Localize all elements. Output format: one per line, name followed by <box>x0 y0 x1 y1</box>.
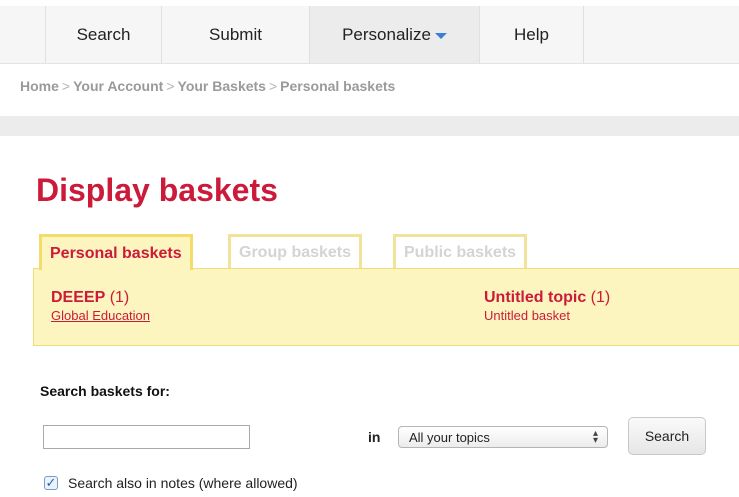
search-heading: Search baskets for: <box>40 383 170 399</box>
up-down-arrows-icon: ▴ ▾ <box>592 428 598 446</box>
chevron-down-icon <box>434 32 447 39</box>
search-notes-label: Search also in notes (where allowed) <box>68 475 298 491</box>
nav-personalize[interactable]: Personalize <box>309 6 479 63</box>
nav-help-label: Help <box>514 24 549 44</box>
page-title: Display baskets <box>36 172 278 208</box>
tab-public-baskets[interactable]: Public baskets <box>393 234 528 268</box>
nav-help[interactable]: Help <box>479 6 584 63</box>
topic-name[interactable]: Untitled topic <box>484 289 586 306</box>
in-label: in <box>368 429 381 445</box>
basket-link[interactable]: Global Education <box>51 308 150 323</box>
main-nav: Search Submit Personalize Help <box>0 6 739 64</box>
topic-scope-select[interactable]: All your topics ▴ ▾ <box>398 426 608 448</box>
breadcrumb-personal-baskets: Personal baskets <box>280 78 396 94</box>
nav-search[interactable]: Search <box>45 6 161 63</box>
basket-link[interactable]: Untitled basket <box>484 308 610 323</box>
nav-search-label: Search <box>76 24 131 44</box>
tab-group-baskets[interactable]: Group baskets <box>228 234 363 268</box>
nav-submit[interactable]: Submit <box>161 6 309 63</box>
divider-band <box>0 116 739 136</box>
nav-submit-label: Submit <box>209 24 262 44</box>
breadcrumb-separator: > <box>61 78 71 94</box>
topic-count: (1) <box>590 289 611 306</box>
topic-item: DEEEP (1) Global Education <box>51 289 150 323</box>
breadcrumb-your-baskets[interactable]: Your Baskets <box>178 78 266 94</box>
topic-scope-value: All your topics <box>409 429 490 445</box>
breadcrumb-separator: > <box>166 78 175 94</box>
breadcrumb-your-account[interactable]: Your Account <box>73 78 163 94</box>
breadcrumb: Home > Your Account > Your Baskets > Personal … <box>20 78 395 94</box>
search-button[interactable]: Search <box>628 417 706 455</box>
checkmark-icon: ✓ <box>45 475 57 490</box>
tab-public-baskets-label: Public baskets <box>404 243 517 261</box>
tab-group-baskets-label: Group baskets <box>239 243 352 261</box>
breadcrumb-separator: > <box>268 78 278 94</box>
breadcrumb-home[interactable]: Home <box>20 78 59 94</box>
search-input[interactable] <box>43 425 250 449</box>
topic-name[interactable]: DEEEP <box>51 289 105 306</box>
search-notes-checkbox[interactable]: ✓ <box>44 476 58 490</box>
topic-count: (1) <box>109 289 130 306</box>
topics-panel: DEEEP (1) Global Education Untitled topi… <box>33 268 739 346</box>
nav-personalize-label: Personalize <box>342 24 431 44</box>
tab-personal-baskets-label: Personal baskets <box>50 244 182 262</box>
topic-item: Untitled topic (1) Untitled basket <box>484 289 610 323</box>
tab-personal-baskets[interactable]: Personal baskets <box>39 234 193 270</box>
